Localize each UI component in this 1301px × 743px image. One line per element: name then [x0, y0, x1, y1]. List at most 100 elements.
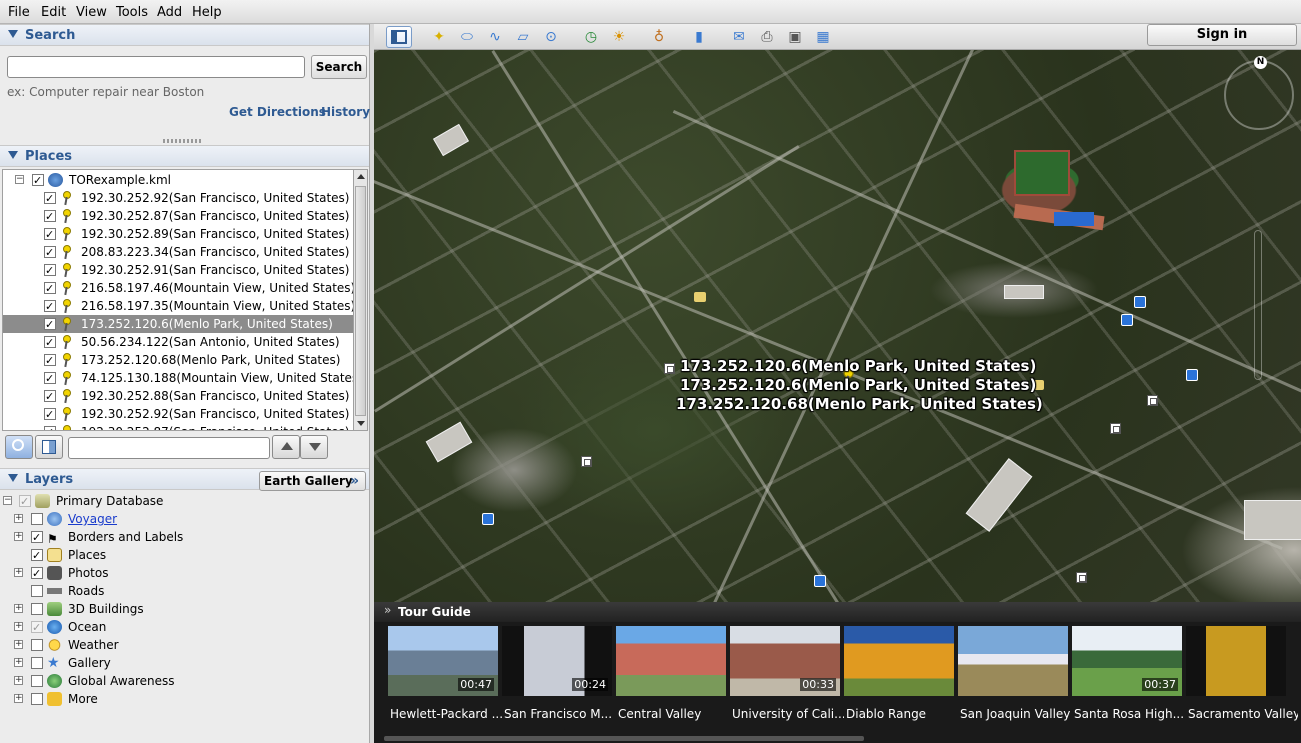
move-down-button[interactable]	[300, 435, 328, 459]
menu-help[interactable]: Help	[192, 5, 222, 20]
expand-icon[interactable]: +	[14, 658, 23, 667]
layer-item-3d-buildings[interactable]: +3D Buildings	[0, 600, 352, 618]
bus-stop-icon[interactable]	[814, 575, 826, 587]
checkbox[interactable]	[31, 657, 43, 669]
add-placemark-button[interactable]: ✦	[426, 26, 452, 48]
list-item[interactable]: 216.58.197.46(Mountain View, United Stat…	[3, 279, 353, 298]
checkbox[interactable]	[44, 316, 56, 334]
tour-card[interactable]: 00:33 University of Cali...	[730, 626, 844, 726]
map-placemark-label[interactable]: 173.252.120.6(Menlo Park, United States)	[680, 357, 1036, 375]
layer-item-ocean[interactable]: +Ocean	[0, 618, 352, 637]
bus-stop-icon[interactable]	[1121, 314, 1133, 326]
poi-icon[interactable]	[1110, 423, 1121, 434]
layer-item-roads[interactable]: Roads	[0, 582, 352, 600]
zoom-slider[interactable]	[1254, 230, 1262, 380]
map-placemark-label[interactable]: 173.252.120.68(Menlo Park, United States…	[676, 395, 1043, 413]
checkbox[interactable]	[32, 172, 44, 190]
earth-gallery-button[interactable]: Earth Gallery »	[259, 471, 366, 491]
get-directions-link[interactable]: Get Directions	[229, 105, 326, 119]
sidebar-toggle-button[interactable]	[386, 26, 412, 48]
layers-root-row[interactable]: − Primary Database	[0, 492, 352, 511]
add-image-overlay-button[interactable]: ▱	[510, 26, 536, 48]
expand-icon[interactable]: +	[14, 694, 23, 703]
layer-item-borders[interactable]: +⚑Borders and Labels	[0, 528, 352, 547]
layer-item-gallery[interactable]: + ★ Gallery	[0, 654, 352, 672]
list-item[interactable]: 192.30.252.88(San Francisco, United Stat…	[3, 387, 353, 406]
menu-file[interactable]: File	[8, 5, 30, 20]
list-item[interactable]: 192.30.252.87(San Francisco, United Stat…	[3, 423, 353, 430]
checkbox[interactable]	[31, 693, 43, 705]
layer-item-more[interactable]: + More	[0, 690, 352, 708]
collapse-chevron-icon[interactable]: »	[384, 603, 391, 617]
tour-guide-header[interactable]: » Tour Guide	[374, 602, 1301, 622]
tour-card[interactable]: Central Valley	[616, 626, 726, 726]
scroll-thumb[interactable]	[355, 186, 366, 416]
checkbox[interactable]	[31, 585, 43, 597]
tour-card[interactable]: Diablo Range	[844, 626, 954, 726]
places-root-row[interactable]: − TORexample.kml	[3, 171, 353, 190]
search-panel-header[interactable]: Search	[0, 24, 369, 46]
checkbox[interactable]	[44, 226, 56, 244]
poi-icon[interactable]	[664, 363, 675, 374]
list-item[interactable]: 192.30.252.91(San Francisco, United Stat…	[3, 261, 353, 280]
map-placemark-label[interactable]: 173.252.120.6(Menlo Park, United States)	[680, 376, 1036, 394]
layer-item-global-awareness[interactable]: + Global Awareness	[0, 672, 352, 690]
resize-grip[interactable]	[163, 139, 203, 143]
checkbox[interactable]	[31, 675, 43, 687]
search-button[interactable]: Search	[311, 55, 367, 79]
tour-card[interactable]: San Joaquin Valley	[958, 626, 1070, 726]
checkbox[interactable]	[44, 424, 56, 430]
checkbox[interactable]	[31, 529, 43, 547]
checkbox[interactable]	[31, 513, 43, 525]
earth-map-view[interactable]: 173.252.120.6(Menlo Park, United States)…	[374, 50, 1301, 602]
tour-card[interactable]: 00:47 Hewlett-Packard ...	[388, 626, 502, 726]
collapse-icon[interactable]: −	[15, 175, 24, 184]
tour-scrollbar[interactable]	[384, 736, 864, 741]
list-item[interactable]: 50.56.234.122(San Antonio, United States…	[3, 333, 353, 352]
school-icon[interactable]	[694, 292, 706, 302]
record-tour-button[interactable]: ⊙	[538, 26, 564, 48]
menu-add[interactable]: Add	[157, 5, 182, 20]
scroll-up-icon[interactable]	[357, 174, 365, 179]
save-image-button[interactable]: ▣	[782, 26, 808, 48]
list-item[interactable]: 216.58.197.35(Mountain View, United Stat…	[3, 297, 353, 316]
list-item[interactable]: 192.30.252.92(San Francisco, United Stat…	[3, 189, 353, 208]
navigation-compass[interactable]: N	[1224, 56, 1294, 130]
list-item[interactable]: 192.30.252.87(San Francisco, United Stat…	[3, 207, 353, 226]
scroll-down-icon[interactable]	[357, 421, 365, 426]
tour-card[interactable]: 00:37 Santa Rosa High...	[1072, 626, 1184, 726]
tour-card[interactable]: 00:24 San Francisco M...	[502, 626, 612, 726]
list-item[interactable]: 192.30.252.89(San Francisco, United Stat…	[3, 225, 353, 244]
checkbox[interactable]	[44, 262, 56, 280]
expand-icon[interactable]: +	[14, 640, 23, 649]
layer-item-photos[interactable]: +Photos	[0, 564, 352, 583]
checkbox[interactable]	[31, 619, 43, 637]
checkbox[interactable]	[44, 298, 56, 316]
search-places-button[interactable]	[5, 435, 33, 459]
expand-icon[interactable]: +	[14, 514, 23, 523]
layer-item-places[interactable]: Places	[0, 546, 352, 565]
expand-icon[interactable]: +	[14, 676, 23, 685]
checkbox[interactable]	[31, 565, 43, 583]
search-input[interactable]	[7, 56, 305, 78]
view-toggle-button[interactable]	[35, 435, 63, 459]
checkbox[interactable]	[44, 388, 56, 406]
list-item-selected[interactable]: 173.252.120.6(Menlo Park, United States)	[3, 315, 353, 334]
list-item[interactable]: 74.125.130.188(Mountain View, United Sta…	[3, 369, 353, 388]
layer-item-weather[interactable]: + Weather	[0, 636, 352, 654]
history-link[interactable]: History	[321, 105, 370, 119]
checkbox[interactable]	[19, 493, 31, 511]
expand-icon[interactable]: +	[14, 622, 23, 631]
menu-tools[interactable]: Tools	[116, 5, 148, 20]
historical-imagery-button[interactable]: ◷	[578, 26, 604, 48]
places-scrollbar[interactable]	[353, 169, 368, 431]
print-button[interactable]: ⎙	[754, 26, 780, 48]
checkbox[interactable]	[31, 603, 43, 615]
planets-button[interactable]: ♁	[646, 26, 672, 48]
poi-icon[interactable]	[1147, 395, 1158, 406]
email-button[interactable]: ✉	[726, 26, 752, 48]
sunlight-button[interactable]: ☀	[606, 26, 632, 48]
layer-item-voyager[interactable]: + Voyager	[0, 510, 352, 528]
places-filter-input[interactable]	[68, 437, 270, 459]
add-polygon-button[interactable]: ⬭	[454, 26, 480, 48]
